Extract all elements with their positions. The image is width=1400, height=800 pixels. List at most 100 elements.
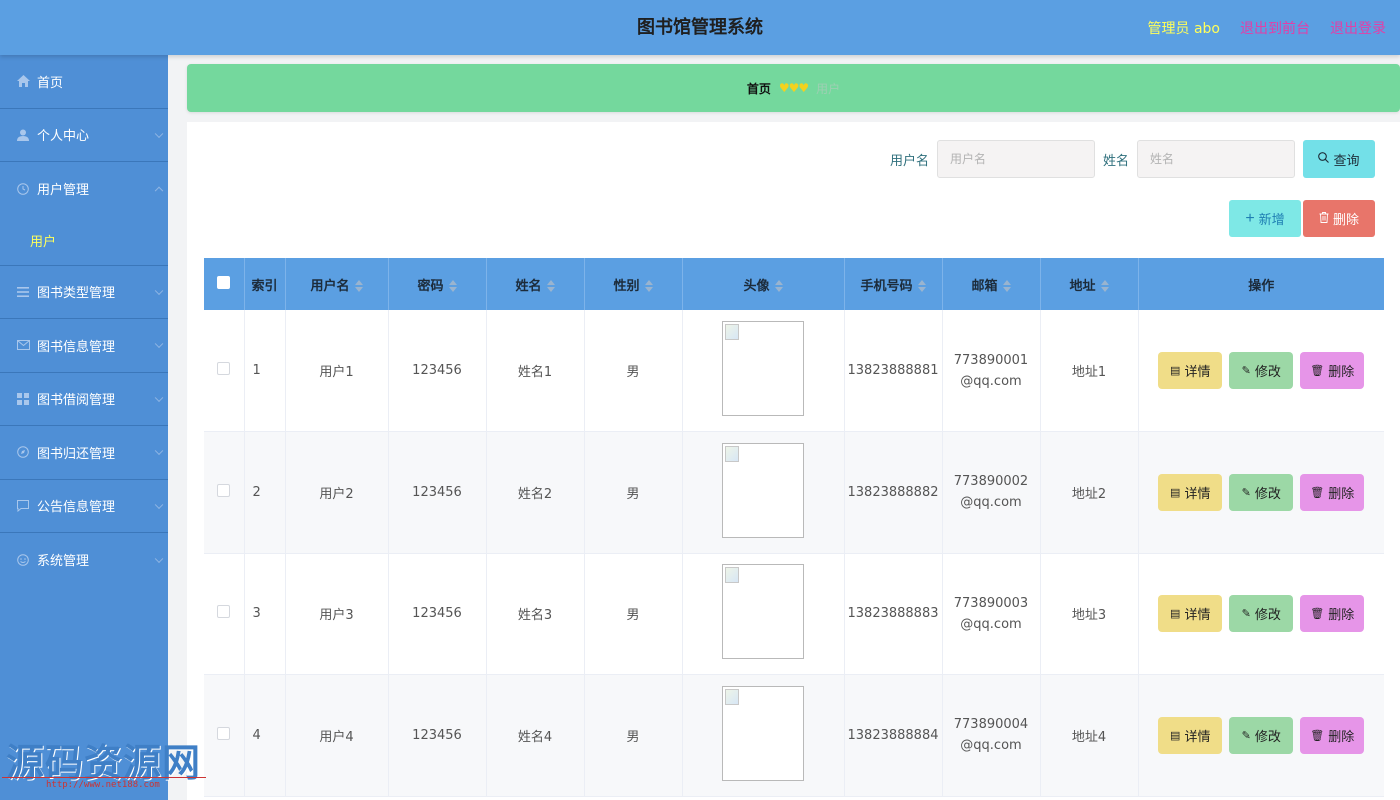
cell-email: 773890003@qq.com: [942, 553, 1041, 675]
pencil-icon: ✎: [1241, 486, 1251, 499]
sort-icon[interactable]: [354, 280, 363, 292]
sort-icon[interactable]: [448, 280, 457, 292]
table-row: 2 用户2 123456 姓名2 男 13823888882 773890002…: [204, 431, 1384, 554]
chevron-down-icon: [154, 446, 164, 456]
sidebar-item-system-management[interactable]: 系统管理: [0, 533, 168, 587]
delete-button[interactable]: 🗑 删除: [1300, 352, 1365, 389]
search-icon: [1318, 152, 1330, 166]
sort-icon[interactable]: [644, 280, 653, 292]
cell-actions: ▤ 详情 ✎ 修改 🗑 删除: [1138, 431, 1384, 554]
select-all-checkbox[interactable]: [217, 275, 231, 289]
row-checkbox[interactable]: [217, 362, 231, 375]
sidebar-item-label: 系统管理: [37, 554, 90, 570]
sort-icon[interactable]: [774, 280, 783, 292]
cell-address: 地址4: [1040, 674, 1139, 797]
avatar-image: [722, 564, 804, 660]
column-header-password[interactable]: 密码: [388, 258, 487, 310]
document-icon: ▤: [1170, 608, 1181, 621]
add-button[interactable]: + 新增: [1229, 200, 1301, 237]
column-header-phone[interactable]: 手机号码: [844, 258, 943, 310]
sidebar-item-book-borrow-management[interactable]: 图书借阅管理: [0, 373, 168, 426]
search-bar: 用户名 姓名 查询: [890, 140, 1375, 178]
cell-index: 2: [244, 431, 286, 554]
pencil-icon: ✎: [1241, 365, 1251, 377]
cell-username: 用户4: [285, 674, 389, 797]
table-row: 1 用户1 123456 姓名1 男 13823888881 773890001…: [204, 310, 1384, 432]
table-row: 4 用户4 123456 姓名4 男 13823888884 773890004…: [204, 674, 1384, 797]
exit-to-front-link[interactable]: 退出到前台: [1240, 18, 1310, 38]
query-button[interactable]: 查询: [1303, 140, 1375, 178]
column-header-address[interactable]: 地址: [1040, 258, 1139, 310]
trash-icon: 🗑: [1310, 365, 1325, 377]
chevron-down-icon: [154, 500, 164, 509]
sidebar-item-user-management[interactable]: 用户管理: [0, 162, 168, 216]
delete-button[interactable]: 🗑 删除: [1300, 473, 1365, 511]
column-header-actions: 操作: [1138, 258, 1384, 310]
row-checkbox[interactable]: [217, 605, 231, 619]
list-icon: [16, 285, 30, 299]
cell-phone: 13823888881: [844, 310, 943, 432]
row-checkbox[interactable]: [217, 483, 231, 497]
detail-button[interactable]: ▤ 详情: [1158, 352, 1223, 389]
header-actions: 管理员 abo 退出到前台 退出登录: [1148, 0, 1386, 55]
edit-button[interactable]: ✎ 修改: [1229, 595, 1294, 633]
cell-index: 1: [244, 310, 286, 432]
sort-icon[interactable]: [1002, 280, 1011, 292]
sidebar-item-label: 用户管理: [37, 183, 90, 199]
cell-avatar: [682, 431, 845, 554]
column-header-username[interactable]: 用户名: [285, 258, 389, 310]
cell-avatar: [682, 310, 845, 432]
sidebar-item-book-return-management[interactable]: 图书归还管理: [0, 426, 168, 480]
grid-icon: [16, 392, 30, 406]
sort-icon[interactable]: [1100, 280, 1109, 292]
cell-avatar: [682, 553, 845, 675]
sort-icon[interactable]: [546, 280, 555, 292]
sidebar-item-label: 图书归还管理: [37, 446, 116, 462]
trash-icon: 🗑: [1310, 608, 1325, 621]
user-icon: [16, 128, 30, 142]
detail-button[interactable]: ▤ 详情: [1158, 595, 1223, 633]
edit-button[interactable]: ✎ 修改: [1229, 473, 1294, 511]
logout-link[interactable]: 退出登录: [1330, 18, 1386, 38]
breadcrumb: 首页 ♥♥♥ 用户: [187, 64, 1400, 112]
row-checkbox[interactable]: [217, 726, 231, 740]
cell-username: 用户3: [285, 553, 389, 675]
detail-button[interactable]: ▤ 详情: [1158, 716, 1223, 754]
chevron-down-icon: [154, 393, 164, 402]
sidebar-item-home[interactable]: 首页: [0, 55, 168, 109]
top-bar: 图书馆管理系统 管理员 abo 退出到前台 退出登录: [0, 0, 1400, 55]
sidebar: 首页 个人中心 用户管理 用户 图书类型管理 图书信息管理 图书借阅管理 图书归…: [0, 55, 168, 800]
sidebar-item-book-info-management[interactable]: 图书信息管理: [0, 319, 168, 373]
cell-name: 姓名2: [486, 431, 585, 554]
column-header-index: 索引: [244, 258, 286, 310]
column-header-name[interactable]: 姓名: [486, 258, 585, 310]
column-header-avatar[interactable]: 头像: [682, 258, 845, 310]
username-search-input[interactable]: [936, 140, 1095, 178]
detail-button[interactable]: ▤ 详情: [1158, 473, 1223, 511]
cell-name: 姓名4: [486, 674, 585, 797]
column-header-email[interactable]: 邮箱: [942, 258, 1041, 310]
edit-button[interactable]: ✎ 修改: [1229, 352, 1294, 389]
delete-button[interactable]: 🗑 删除: [1300, 595, 1365, 633]
cell-phone: 13823888882: [844, 431, 943, 554]
column-header-gender[interactable]: 性别: [584, 258, 683, 310]
batch-delete-button[interactable]: 删除: [1303, 200, 1375, 237]
cell-address: 地址3: [1040, 553, 1139, 675]
cell-email: 773890004@qq.com: [942, 674, 1041, 797]
breadcrumb-home[interactable]: 首页: [747, 80, 771, 97]
pencil-icon: ✎: [1241, 729, 1251, 742]
edit-button[interactable]: ✎ 修改: [1229, 716, 1294, 754]
name-search-input[interactable]: [1137, 140, 1295, 178]
trash-icon: [1319, 211, 1329, 226]
chevron-down-icon: [154, 129, 164, 138]
cell-gender: 男: [584, 674, 683, 797]
sidebar-item-personal-center[interactable]: 个人中心: [0, 109, 168, 162]
delete-button[interactable]: 🗑 删除: [1300, 716, 1365, 754]
sort-icon[interactable]: [917, 280, 926, 292]
sidebar-item-book-type-management[interactable]: 图书类型管理: [0, 266, 168, 319]
cell-index: 4: [244, 674, 286, 797]
sidebar-subitem-user[interactable]: 用户: [0, 216, 168, 266]
mail-icon: [16, 338, 30, 352]
sidebar-item-label: 图书类型管理: [37, 286, 116, 302]
sidebar-item-notice-management[interactable]: 公告信息管理: [0, 480, 168, 533]
